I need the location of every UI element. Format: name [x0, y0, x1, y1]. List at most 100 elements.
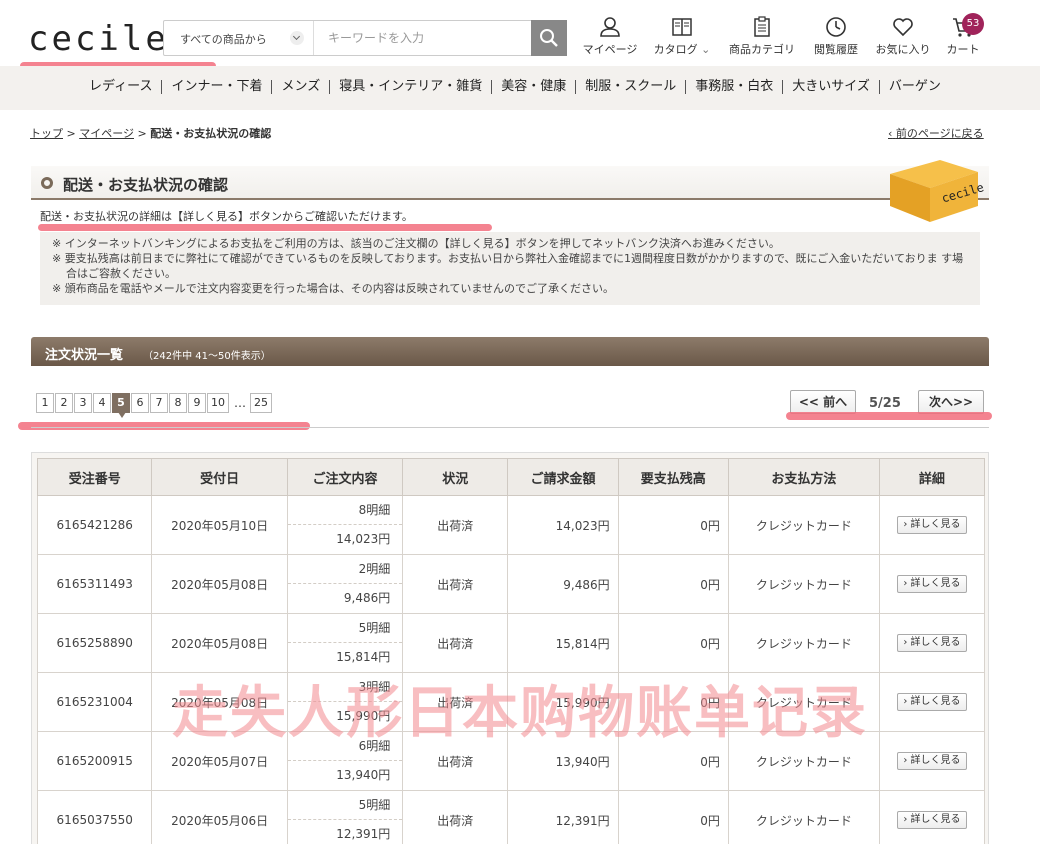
column-header: 受注番号	[36, 458, 153, 496]
nav-favorites-label: お気に入り	[875, 43, 931, 56]
nav-history[interactable]: 閲覧履歴	[808, 16, 864, 60]
category-link[interactable]: 事務服・白衣	[685, 80, 782, 94]
payment-method: クレジットカード	[727, 790, 880, 844]
nav-mypage[interactable]: マイページ	[580, 16, 640, 60]
detail-cell: › 詳しく見る	[878, 613, 986, 673]
view-details-button[interactable]: › 詳しく見る	[896, 634, 967, 652]
column-header: 要支払残高	[617, 458, 729, 496]
table-row: 6165311493 2020年05月08日 2明細 9,486円 出荷済 9,4…	[36, 554, 986, 614]
payment-method: クレジットカード	[727, 613, 880, 673]
breadcrumb-separator: >	[66, 127, 76, 140]
order-date: 2020年05月10日	[151, 495, 288, 555]
order-table-container: 受注番号 受付日 ご注文内容 状況 ご請求金額 要支払残高 お支払方法 詳細 6…	[31, 452, 989, 844]
back-link[interactable]: ‹ 前のページに戻る	[888, 125, 984, 141]
category-link[interactable]: 制服・スクール	[575, 80, 685, 94]
search-button[interactable]	[531, 20, 567, 56]
category-link[interactable]: レディース	[80, 80, 161, 94]
item-count: 2明細	[287, 555, 403, 584]
view-details-button[interactable]: › 詳しく見る	[896, 575, 967, 593]
nav-favorites[interactable]: お気に入り	[872, 16, 934, 60]
order-contents: 8明細 14,023円	[286, 495, 404, 555]
page-title-block: 配送・お支払状況の確認	[31, 166, 989, 200]
nav-cart-label: カート	[946, 43, 980, 56]
prev-page-button[interactable]: << 前へ	[790, 390, 856, 414]
order-date: 2020年05月08日	[151, 613, 288, 673]
page-link[interactable]: 3	[74, 393, 92, 413]
site-logo[interactable]: cecile	[28, 22, 169, 56]
note-text: ※ インターネットバンキングによるお支払をご利用の方は、該当のご注文欄の【詳しく…	[52, 237, 780, 250]
page-link[interactable]: 8	[169, 393, 187, 413]
nav-mypage-label: マイページ	[582, 43, 638, 56]
chevron-down-icon	[290, 31, 304, 45]
detail-cell: › 詳しく見る	[878, 495, 986, 555]
nav-catalog[interactable]: カタログ ⌄	[650, 16, 714, 60]
table-row: 6165037550 2020年05月06日 5明細 12,391円 出荷済 12…	[36, 790, 986, 844]
page-link[interactable]: 1	[36, 393, 54, 413]
column-header: ご請求金額	[507, 458, 619, 496]
table-header-row: 受注番号 受付日 ご注文内容 状況 ご請求金額 要支払残高 お支払方法 詳細	[36, 458, 986, 496]
billed-amount: 12,391円	[507, 790, 619, 844]
highlight-mark	[38, 224, 492, 231]
detail-cell: › 詳しく見る	[878, 731, 986, 791]
billed-amount: 15,814円	[507, 613, 619, 673]
page-link[interactable]: 10	[207, 393, 229, 413]
note-text: ※ 頒布商品を電話やメールで注文内容変更を行った場合は、その内容は反映されていま…	[52, 282, 615, 295]
view-details-button[interactable]: › 詳しく見る	[896, 693, 967, 711]
order-number: 6165200915	[36, 731, 153, 791]
search-scope-select[interactable]: すべての商品から	[164, 21, 314, 55]
item-count: 5明細	[287, 614, 403, 643]
item-count: 8明細	[287, 496, 403, 525]
page-link[interactable]: 7	[150, 393, 168, 413]
highlight-mark	[18, 422, 310, 430]
category-nav: レディース インナー・下着 メンズ 寝具・インテリア・雑貨 美容・健康 制服・スクール 事務…	[0, 66, 1040, 110]
chevron-down-icon: ⌄	[701, 43, 711, 56]
nav-cart[interactable]: 53 カート	[940, 13, 986, 60]
category-link[interactable]: 寝具・インテリア・雑貨	[329, 80, 491, 94]
search-input[interactable]	[316, 22, 528, 54]
nav-categories[interactable]: 商品カテゴリ	[726, 16, 798, 60]
order-number: 6165231004	[36, 672, 153, 732]
order-number: 6165421286	[36, 495, 153, 555]
order-number: 6165258890	[36, 613, 153, 673]
order-contents: 5明細 12,391円	[286, 790, 404, 844]
view-details-button[interactable]: › 詳しく見る	[896, 752, 967, 770]
item-amount: 12,391円	[336, 827, 391, 841]
category-link[interactable]: 大きいサイズ	[782, 80, 879, 94]
category-link[interactable]: バーゲン	[878, 80, 950, 94]
billed-amount: 9,486円	[507, 554, 619, 614]
page-link[interactable]: 9	[188, 393, 206, 413]
notes-box: ※ インターネットバンキングによるお支払をご利用の方は、該当のご注文欄の【詳しく…	[40, 232, 980, 305]
box-icon: cecile	[890, 160, 984, 222]
order-list-header: 注文状況一覧 （242件中 41～50件表示）	[31, 337, 989, 366]
person-icon	[600, 17, 620, 37]
order-status: 出荷済	[402, 790, 509, 844]
nav-categories-label: 商品カテゴリ	[729, 43, 795, 56]
breadcrumb-mypage[interactable]: マイページ	[79, 127, 134, 140]
intro-text: 配送・お支払状況の詳細は【詳しく見る】ボタンからご確認いただけます。	[40, 210, 413, 223]
breadcrumb-home[interactable]: トップ	[30, 127, 63, 140]
view-details-button[interactable]: › 詳しく見る	[896, 811, 967, 829]
book-icon	[672, 18, 692, 36]
page-link[interactable]: 4	[93, 393, 111, 413]
item-amount: 14,023円	[336, 532, 391, 546]
column-header: お支払方法	[727, 458, 880, 496]
view-details-button[interactable]: › 詳しく見る	[896, 516, 967, 534]
category-link[interactable]: メンズ	[271, 80, 329, 94]
page-link[interactable]: 6	[131, 393, 149, 413]
payment-method: クレジットカード	[727, 554, 880, 614]
table-row: 6165258890 2020年05月08日 5明細 15,814円 出荷済 15…	[36, 613, 986, 673]
column-header: 詳細	[878, 458, 986, 496]
page-link-last[interactable]: 25	[250, 393, 272, 413]
next-page-button[interactable]: 次へ>>	[918, 390, 984, 414]
page-counter: 5/25	[869, 396, 901, 411]
order-date: 2020年05月06日	[151, 790, 288, 844]
order-contents: 2明細 9,486円	[286, 554, 404, 614]
category-link[interactable]: 美容・健康	[491, 80, 575, 94]
balance-due: 0円	[617, 554, 729, 614]
category-link[interactable]: インナー・下着	[161, 80, 271, 94]
balance-due: 0円	[617, 495, 729, 555]
balance-due: 0円	[617, 613, 729, 673]
page-link[interactable]: 2	[55, 393, 73, 413]
note-text: ※ 要支払残高は前日までに弊社にて確認ができているものを反映しております。お支払…	[52, 252, 964, 280]
breadcrumb: トップ > マイページ > 配送・お支払状況の確認	[30, 125, 271, 141]
